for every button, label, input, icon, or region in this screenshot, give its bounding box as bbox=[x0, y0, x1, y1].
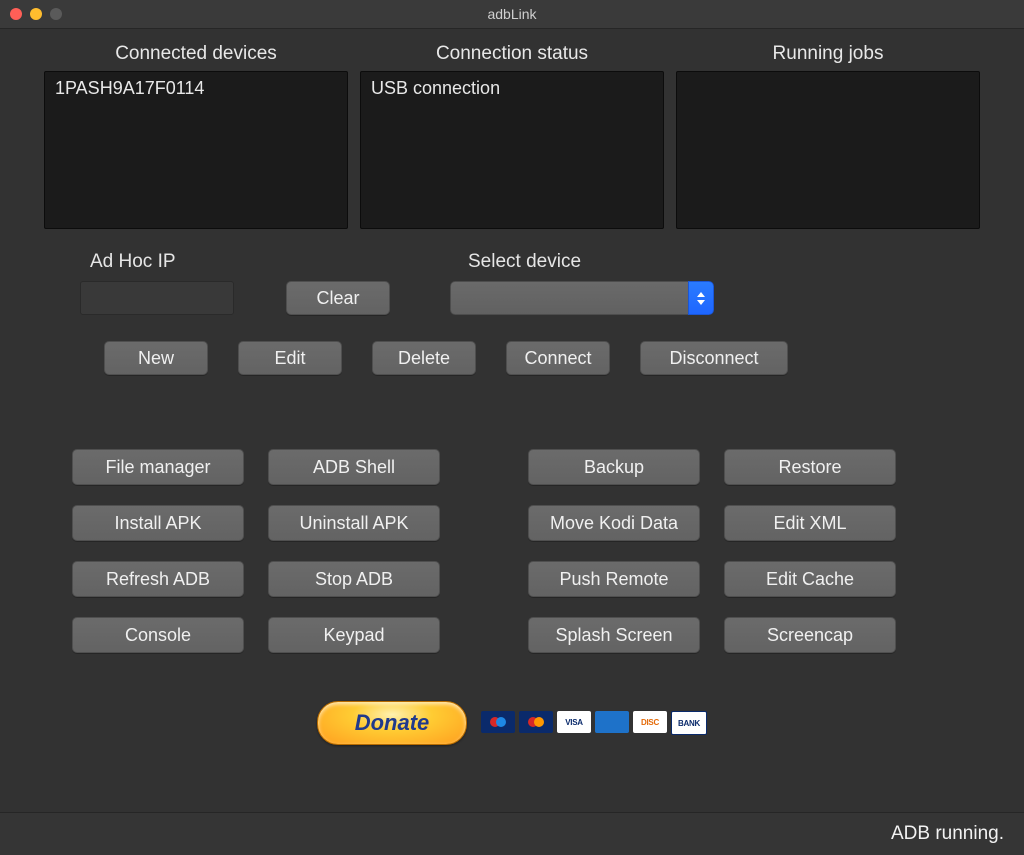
tool-grid-right: Backup Restore Move Kodi Data Edit XML P… bbox=[528, 449, 894, 651]
titlebar: adbLink bbox=[0, 0, 1024, 29]
connect-button[interactable]: Connect bbox=[506, 341, 610, 375]
panel-connected-devices: Connected devices 1PASH9A17F0114 bbox=[44, 43, 348, 229]
select-device-label: Select device bbox=[468, 251, 714, 273]
statusbar: ADB running. bbox=[0, 812, 1024, 855]
adb-shell-button[interactable]: ADB Shell bbox=[268, 449, 440, 485]
tool-grid-left: File manager ADB Shell Install APK Unins… bbox=[72, 449, 438, 651]
install-apk-button[interactable]: Install APK bbox=[72, 505, 244, 541]
payment-cards: VISA DISC BANK bbox=[481, 711, 707, 735]
status-text: ADB running. bbox=[891, 823, 1004, 845]
panels: Connected devices 1PASH9A17F0114 Connect… bbox=[44, 43, 980, 229]
keypad-button[interactable]: Keypad bbox=[268, 617, 440, 653]
panel-connection-status: Connection status USB connection bbox=[360, 43, 664, 229]
running-jobs-box bbox=[676, 71, 980, 229]
select-device-value bbox=[450, 281, 688, 315]
window-title: adbLink bbox=[0, 6, 1024, 22]
panel-heading-jobs: Running jobs bbox=[773, 43, 884, 65]
adhoc-ip-input[interactable] bbox=[80, 281, 234, 315]
console-button[interactable]: Console bbox=[72, 617, 244, 653]
panel-heading-status: Connection status bbox=[436, 43, 588, 65]
push-remote-button[interactable]: Push Remote bbox=[528, 561, 700, 597]
card-mastercard-icon bbox=[519, 711, 553, 733]
edit-cache-button[interactable]: Edit Cache bbox=[724, 561, 896, 597]
refresh-adb-button[interactable]: Refresh ADB bbox=[72, 561, 244, 597]
panel-running-jobs: Running jobs bbox=[676, 43, 980, 229]
tool-grid: File manager ADB Shell Install APK Unins… bbox=[72, 449, 980, 651]
chevron-updown-icon[interactable] bbox=[688, 281, 714, 315]
card-discover-icon: DISC bbox=[633, 711, 667, 733]
donate-row: Donate VISA DISC BANK bbox=[44, 701, 980, 745]
uninstall-apk-button[interactable]: Uninstall APK bbox=[268, 505, 440, 541]
adhoc-ip-label: Ad Hoc IP bbox=[90, 251, 390, 273]
splash-screen-button[interactable]: Splash Screen bbox=[528, 617, 700, 653]
file-manager-button[interactable]: File manager bbox=[72, 449, 244, 485]
card-amex-icon bbox=[595, 711, 629, 733]
card-bank-icon: BANK bbox=[671, 711, 707, 735]
restore-button[interactable]: Restore bbox=[724, 449, 896, 485]
move-kodi-data-button[interactable]: Move Kodi Data bbox=[528, 505, 700, 541]
clear-button[interactable]: Clear bbox=[286, 281, 390, 315]
backup-button[interactable]: Backup bbox=[528, 449, 700, 485]
panel-heading-connected: Connected devices bbox=[115, 43, 277, 65]
device-actions-row: New Edit Delete Connect Disconnect bbox=[104, 341, 980, 375]
disconnect-button[interactable]: Disconnect bbox=[640, 341, 788, 375]
edit-button[interactable]: Edit bbox=[238, 341, 342, 375]
screencap-button[interactable]: Screencap bbox=[724, 617, 896, 653]
card-visa-icon: VISA bbox=[557, 711, 591, 733]
connection-status-box: USB connection bbox=[360, 71, 664, 229]
card-maestro-icon bbox=[481, 711, 515, 733]
select-device-dropdown[interactable] bbox=[450, 281, 714, 315]
new-button[interactable]: New bbox=[104, 341, 208, 375]
edit-xml-button[interactable]: Edit XML bbox=[724, 505, 896, 541]
stop-adb-button[interactable]: Stop ADB bbox=[268, 561, 440, 597]
donate-button[interactable]: Donate bbox=[317, 701, 467, 745]
delete-button[interactable]: Delete bbox=[372, 341, 476, 375]
connected-devices-list[interactable]: 1PASH9A17F0114 bbox=[44, 71, 348, 229]
